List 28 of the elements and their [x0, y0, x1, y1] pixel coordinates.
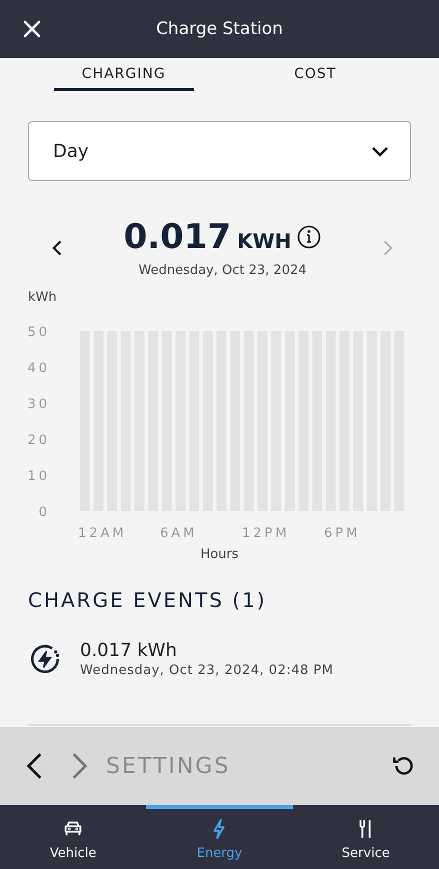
- y-tick-label: 50: [28, 325, 50, 340]
- y-tick-label: 40: [28, 361, 50, 376]
- y-tick-label: 20: [28, 433, 50, 448]
- tab[interactable]: CHARGING: [54, 62, 194, 91]
- nav-tab[interactable]: Energy: [146, 805, 293, 869]
- tab[interactable]: COST: [245, 62, 386, 91]
- x-tick-label: 6AM: [160, 526, 198, 541]
- info-icon[interactable]: [297, 225, 322, 249]
- nav-tab[interactable]: Service: [292, 805, 439, 869]
- y-tick-label: 10: [28, 469, 50, 484]
- y-tick-label: 30: [28, 397, 50, 412]
- x-tick-label: 6PM: [324, 526, 360, 541]
- summary-date: Wednesday, Oct 23, 2024: [138, 263, 307, 278]
- energy-unit: KWH: [237, 229, 292, 253]
- section-heading: SETTINGS: [106, 754, 232, 778]
- event-time: Wednesday, Oct 23, 2024, 02:48 PM: [80, 663, 334, 678]
- section-heading: CHARGE EVENTS (1): [28, 588, 268, 612]
- x-axis-title: Hours: [200, 547, 239, 562]
- period-dropdown[interactable]: Day: [28, 121, 411, 181]
- screen-title: Charge Station: [156, 19, 283, 39]
- event-energy: 0.017 kWh: [80, 640, 178, 661]
- axis-unit-label: kWh: [28, 290, 57, 305]
- charging-bolt-icon: [28, 642, 62, 676]
- x-tick-label: 12AM: [78, 526, 127, 541]
- y-tick-label: 0: [38, 505, 50, 520]
- nav-tab[interactable]: Vehicle: [0, 805, 146, 869]
- energy-total: 0.017: [124, 217, 232, 257]
- x-tick-label: 12PM: [242, 526, 290, 541]
